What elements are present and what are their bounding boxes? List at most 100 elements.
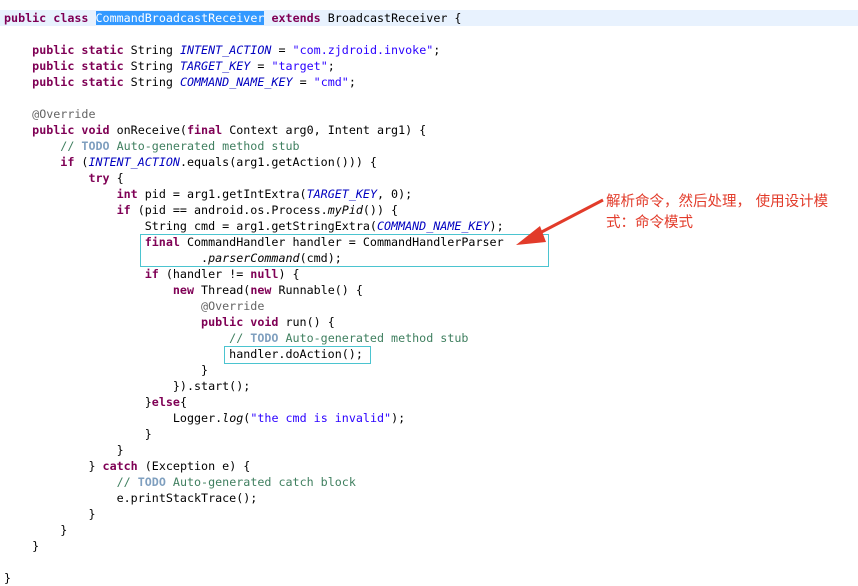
closing-brace: } [4,522,67,538]
keyword: public static [32,59,124,73]
pid-line: int pid = arg1.getIntExtra(TARGET_KEY, 0… [4,186,413,202]
logger-line: Logger.log("the cmd is invalid"); [4,410,405,426]
keyword: new [172,283,195,297]
todo-tag: TODO [250,331,279,345]
semicolon: ; [433,43,441,57]
run-signature-line: public void run() { [4,314,335,330]
code-text: run() { [278,315,335,329]
if-handler-line: if (handler != null) { [4,266,300,282]
code-text: Runnable() { [271,283,363,297]
type: String [123,43,180,57]
string-literal: "the cmd is invalid" [250,411,392,425]
if-pid-line: if (pid == android.os.Process.myPid()) { [4,202,398,218]
code-text: Thread( [194,283,251,297]
keyword: class [53,11,89,25]
code-text: e.printStackTrace(); [116,491,258,505]
semicolon: ; [327,59,335,73]
comment: // [229,331,251,345]
keyword: extends [271,11,321,25]
code-text: ()) { [362,203,399,217]
closing-brace: } [4,362,208,378]
keyword: if [60,155,75,169]
keyword: public [4,11,47,25]
closing-brace: } [4,506,96,522]
code-text: pid = arg1.getIntExtra( [137,187,307,201]
method-name: onReceive( [109,123,187,137]
keyword: final [186,123,223,137]
annotation-note: 解析命令，然后处理， 使用设计模式：命令模式 [606,194,829,231]
code-text: }).start(); [172,379,251,393]
static-method: log [222,411,244,425]
annotation: @Override [32,107,96,121]
keyword: public void [201,315,279,329]
new-thread-line: new Thread(new Runnable() { [4,282,363,298]
string-literal: "com.zjdroid.invoke" [292,43,434,57]
comment: Auto-generated method stub [109,139,300,153]
code-text: , 0); [376,187,413,201]
closing-brace: } [4,538,39,554]
code-text: .equals(arg1.getAction())) { [179,155,377,169]
todo-tag: TODO [81,139,110,153]
thread-start-line: }).start(); [4,378,250,394]
todo-comment-line: // TODO Auto-generated method stub [4,138,300,154]
code-text: { [109,171,124,185]
operator: = [271,43,293,57]
else-line: }else{ [4,394,187,410]
keyword: public void [32,123,110,137]
field-name: COMMAND_NAME_KEY [376,219,490,233]
brace: { [179,395,187,409]
print-stack-trace-line: e.printStackTrace(); [4,490,258,506]
brace: } [88,507,96,521]
keyword: catch [102,459,138,473]
code-text: ) { [278,267,300,281]
brace: } [4,571,12,585]
field-name: TARGET_KEY [179,59,251,73]
annotation: @Override [201,299,265,313]
brace: } [201,363,209,377]
onreceive-signature-line: public void onReceive(final Context arg0… [4,122,426,138]
keyword: new [250,283,272,297]
cmd-line: String cmd = arg1.getStringExtra(COMMAND… [4,218,504,234]
code-text: (pid == android.os.Process. [130,203,328,217]
handler-highlight-box [140,234,549,267]
field-name: TARGET_KEY [306,187,377,201]
keyword: if [144,267,159,281]
comment: Auto-generated method stub [278,331,469,345]
todo-comment-line: // TODO Auto-generated catch block [4,474,356,490]
field-intent-action-line: public static String INTENT_ACTION = "co… [4,42,440,58]
type: String [123,59,180,73]
comment: Auto-generated catch block [165,475,356,489]
closing-brace: } [4,442,124,458]
brace: } [60,523,68,537]
keyword: public static [32,43,124,57]
field-name: INTENT_ACTION [88,155,180,169]
string-literal: "cmd" [313,75,349,89]
comment: // [116,475,138,489]
code-text: (Exception e) { [137,459,251,473]
code-text: Logger. [172,411,223,425]
override-annotation-line: @Override [4,298,264,314]
code-text: (handler != [158,267,251,281]
class-declaration-line: public class CommandBroadcastReceiver ex… [0,10,858,26]
brace: } [144,395,152,409]
keyword: public static [32,75,124,89]
if-intent-action-line: if (INTENT_ACTION.equals(arg1.getAction(… [4,154,377,170]
field-name: INTENT_ACTION [179,43,272,57]
selected-class-name[interactable]: CommandBroadcastReceiver [95,11,265,25]
parameters: Context arg0, Intent arg1) { [222,123,427,137]
code-text: ); [391,411,406,425]
todo-comment-line: // TODO Auto-generated method stub [4,330,468,346]
keyword: else [151,395,180,409]
field-target-key-line: public static String TARGET_KEY = "targe… [4,58,335,74]
field-name: COMMAND_NAME_KEY [179,75,293,89]
semicolon: ; [348,75,356,89]
parent-class: BroadcastReceiver { [327,11,462,25]
catch-line: } catch (Exception e) { [4,458,250,474]
todo-tag: TODO [137,475,166,489]
brace: } [144,427,152,441]
operator: = [250,59,272,73]
brace: } [88,459,103,473]
comment: // [60,139,82,153]
keyword: if [116,203,131,217]
brace: } [116,443,124,457]
